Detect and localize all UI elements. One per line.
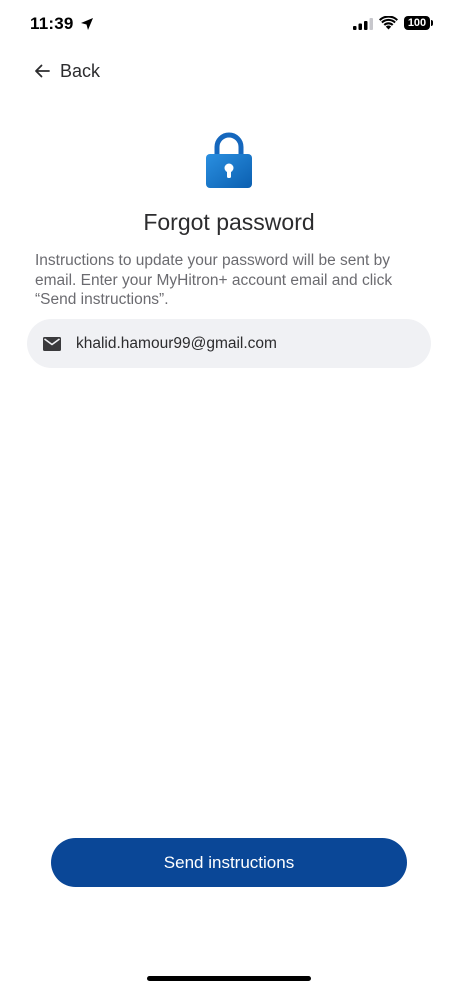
email-field[interactable]: khalid.hamour99@gmail.com [27,319,431,368]
wifi-icon [379,16,398,30]
battery-tip [431,20,433,26]
status-time: 11:39 [30,14,74,33]
send-instructions-button[interactable]: Send instructions [51,838,407,887]
location-arrow-icon [81,18,93,30]
arrow-left-icon [35,64,50,78]
back-button[interactable]: Back [34,58,100,84]
home-indicator[interactable] [147,976,311,981]
back-label: Back [60,60,101,81]
mail-icon [43,336,61,351]
page-title: Forgot password [143,209,315,235]
battery-icon: 100 [404,16,430,30]
instructions-text: Instructions to update your password wil… [35,252,393,308]
cellular-signal-icon [353,18,373,30]
status-bar: 11:39 100 [0,0,458,50]
email-value[interactable]: khalid.hamour99@gmail.com [76,335,277,353]
lock-icon [206,132,252,188]
